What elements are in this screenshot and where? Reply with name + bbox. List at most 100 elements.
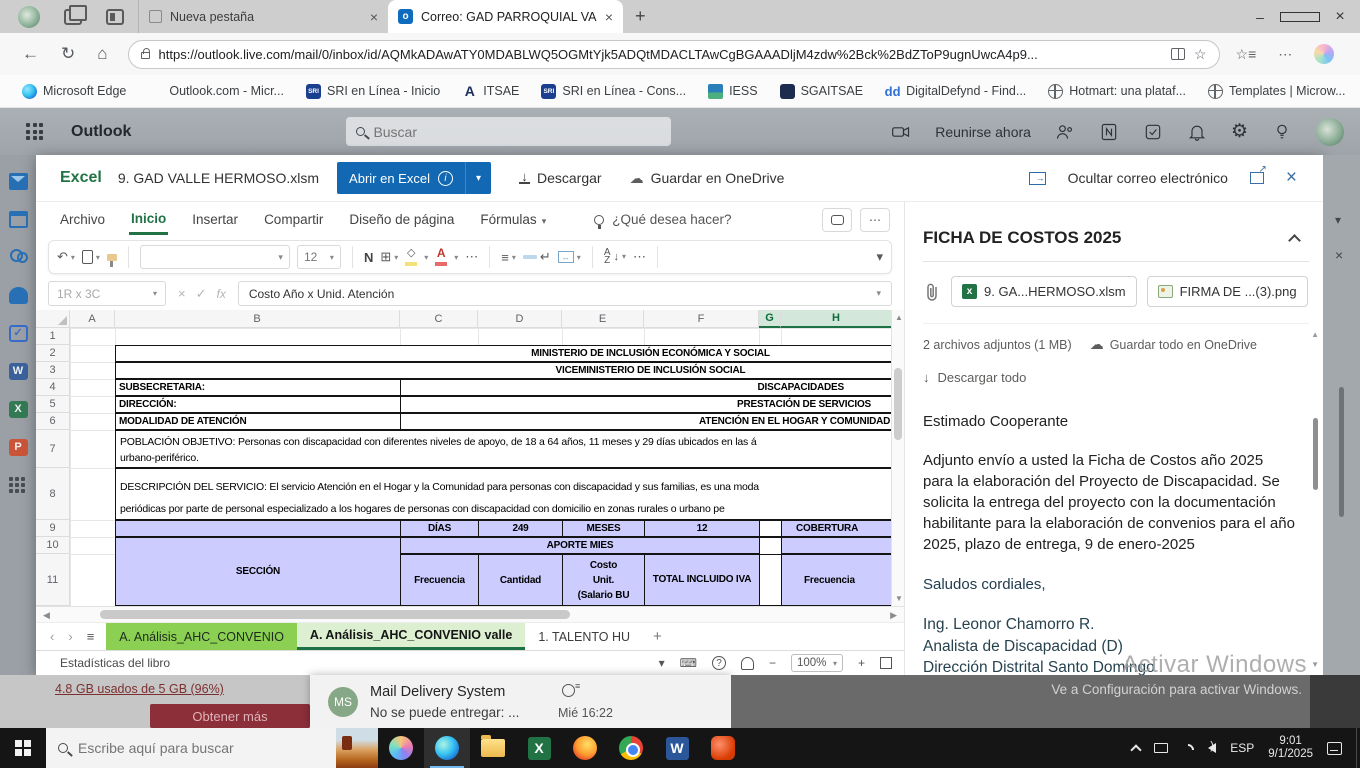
col-header-f[interactable]: F: [644, 310, 759, 328]
copilot-icon[interactable]: [1314, 44, 1334, 64]
cell-meses-value[interactable]: 12: [644, 520, 760, 537]
tab-formulas[interactable]: Fórmulas▾: [478, 206, 548, 233]
sheet-nav-right-icon[interactable]: ›: [68, 629, 72, 644]
close-viewer-icon[interactable]: ×: [1286, 167, 1297, 189]
sheet-list-icon[interactable]: ≡: [87, 629, 95, 644]
search-input[interactable]: [373, 124, 613, 140]
user-avatar[interactable]: [1316, 118, 1344, 146]
cell-dias-label[interactable]: DÍAS: [400, 520, 479, 537]
bookmark-sgaitsae[interactable]: SGAITSAE: [780, 84, 864, 99]
status-chevron-icon[interactable]: ▾: [659, 656, 665, 670]
col-header-d[interactable]: D: [478, 310, 562, 328]
bookmark-edge[interactable]: Microsoft Edge: [22, 84, 126, 99]
tab-diseno[interactable]: Diseño de página: [347, 206, 456, 233]
sheet-tab-talento[interactable]: 1. TALENTO HU: [525, 623, 643, 650]
attachment-png[interactable]: FIRMA DE ...(3).png: [1147, 276, 1308, 307]
url-text[interactable]: https://outlook.live.com/mail/0/inbox/id…: [159, 47, 1162, 62]
cell-col-frecuencia2[interactable]: Frecuencia: [781, 554, 904, 606]
refresh-icon[interactable]: ↻: [61, 44, 75, 64]
favorite-star-icon[interactable]: ☆: [1194, 46, 1207, 63]
mail-scroll-up-icon[interactable]: ▲: [1311, 330, 1319, 339]
cell-h10[interactable]: [781, 537, 904, 554]
cell-b9[interactable]: [115, 520, 401, 537]
profile-avatar[interactable]: [18, 6, 40, 28]
back-icon[interactable]: ←: [22, 44, 39, 64]
comment-icon[interactable]: [822, 208, 852, 232]
workbook-statistics[interactable]: Estadísticas del libro: [60, 656, 170, 670]
bell-icon[interactable]: [1187, 122, 1207, 142]
popout-icon[interactable]: [1250, 172, 1264, 184]
cancel-entry-icon[interactable]: ×: [178, 286, 186, 301]
snooze-icon[interactable]: [562, 684, 575, 697]
cell-col-costo[interactable]: CostoUnit.(Salario BU: [562, 554, 645, 606]
toolbar-more-icon[interactable]: ⋯: [633, 249, 646, 265]
onenote-icon[interactable]: [1099, 122, 1119, 142]
download-button[interactable]: ↓ Descargar: [519, 170, 602, 186]
tell-me-box[interactable]: ¿Qué desea hacer?: [594, 212, 731, 227]
word-app-icon[interactable]: W: [9, 363, 28, 380]
sort-icon[interactable]: AZ↓▾: [604, 249, 626, 265]
lightbulb-icon[interactable]: [1272, 122, 1292, 142]
wrap-text-icon[interactable]: ↵: [523, 249, 551, 265]
storage-usage-link[interactable]: 4.8 GB usados de 5 GB (96%): [55, 682, 224, 696]
bookmark-sri-consultas[interactable]: SRISRI en Línea - Cons...: [541, 84, 686, 99]
taskbar-edge[interactable]: [424, 728, 470, 768]
cell-subsecretaria-label[interactable]: SUBSECRETARIA:: [115, 379, 401, 396]
row-header-1[interactable]: 1: [36, 328, 70, 345]
favorites-bar-icon[interactable]: ☆≡: [1236, 46, 1257, 63]
select-all-corner[interactable]: [36, 310, 70, 328]
tray-network-icon[interactable]: [1154, 743, 1168, 753]
fullscreen-icon[interactable]: [880, 657, 892, 669]
tab-archivo[interactable]: Archivo: [58, 206, 107, 233]
bookmark-iess[interactable]: IESS: [708, 84, 758, 99]
taskbar-office[interactable]: [700, 728, 746, 768]
cell-direccion-value[interactable]: PRESTACIÓN DE SERVICIOS: [400, 396, 904, 413]
get-more-storage-button[interactable]: Obtener más: [150, 704, 310, 728]
vertical-tabs-icon[interactable]: [106, 9, 124, 25]
more-options-icon[interactable]: ⋯: [1278, 46, 1292, 63]
row-header-10[interactable]: 10: [36, 537, 70, 554]
grid-horizontal-scrollbar[interactable]: ◀ ▶: [36, 606, 904, 622]
cell-col-cantidad[interactable]: Cantidad: [478, 554, 563, 606]
tab-group-icon[interactable]: [64, 9, 82, 25]
help-icon[interactable]: ?: [712, 656, 726, 670]
align-icon[interactable]: ≡▾: [501, 250, 516, 265]
sheet-tab-convenio[interactable]: A. Análisis_AHC_CONVENIO: [106, 623, 297, 650]
col-header-g[interactable]: G: [759, 310, 781, 328]
cell-col-total[interactable]: TOTAL INCLUIDO IVA: [644, 554, 760, 606]
app-launcher-icon[interactable]: [26, 123, 43, 140]
row-header-7[interactable]: 7: [36, 430, 70, 468]
merge-icon[interactable]: ↔▾: [558, 251, 581, 263]
todo-icon[interactable]: [1143, 122, 1163, 142]
language-indicator[interactable]: ESP: [1230, 741, 1254, 755]
cell-title2[interactable]: VICEMINISTERIO DE INCLUSIÓN SOCIAL: [115, 362, 904, 379]
excel-app-icon[interactable]: X: [9, 401, 28, 418]
taskbar-excel[interactable]: X: [516, 728, 562, 768]
camera-icon[interactable]: [891, 122, 911, 142]
taskbar-search-input[interactable]: [78, 740, 288, 756]
format-painter-icon[interactable]: [107, 254, 117, 261]
insert-function-icon[interactable]: fx: [217, 287, 226, 301]
calendar-icon[interactable]: [9, 211, 28, 228]
col-header-h[interactable]: H: [781, 310, 892, 328]
cell-aporte-mies[interactable]: APORTE MIES: [400, 537, 760, 554]
cell-seccion[interactable]: SECCIÓN: [115, 537, 401, 606]
address-bar[interactable]: https://outlook.live.com/mail/0/inbox/id…: [128, 40, 1220, 69]
restore-icon[interactable]: [1280, 9, 1320, 25]
fill-color-icon[interactable]: ◇: [405, 248, 417, 266]
cell-modalidad-label[interactable]: MODALIDAD DE ATENCIÓN: [115, 413, 401, 430]
bookmark-itsae[interactable]: AITSAE: [462, 84, 519, 99]
row-header-5[interactable]: 5: [36, 396, 70, 413]
font-size-select[interactable]: 12▾: [297, 245, 341, 269]
show-desktop-button[interactable]: [1356, 728, 1360, 768]
todo-check-icon[interactable]: ✓: [9, 325, 28, 342]
row-header-9[interactable]: 9: [36, 520, 70, 537]
tray-wifi-icon[interactable]: [1180, 742, 1197, 759]
new-tab-icon[interactable]: +: [635, 6, 646, 27]
formula-input[interactable]: Costo Año x Unid. Atención▾: [238, 281, 892, 306]
save-all-onedrive-button[interactable]: ☁Guardar todo en OneDrive: [1090, 336, 1257, 353]
cell-meses-label[interactable]: MESES: [562, 520, 645, 537]
cell-dias-value[interactable]: 249: [478, 520, 563, 537]
cell-subsecretaria-value[interactable]: DISCAPACIDADES: [400, 379, 904, 396]
save-onedrive-button[interactable]: ☁ Guardar en OneDrive: [630, 170, 785, 187]
